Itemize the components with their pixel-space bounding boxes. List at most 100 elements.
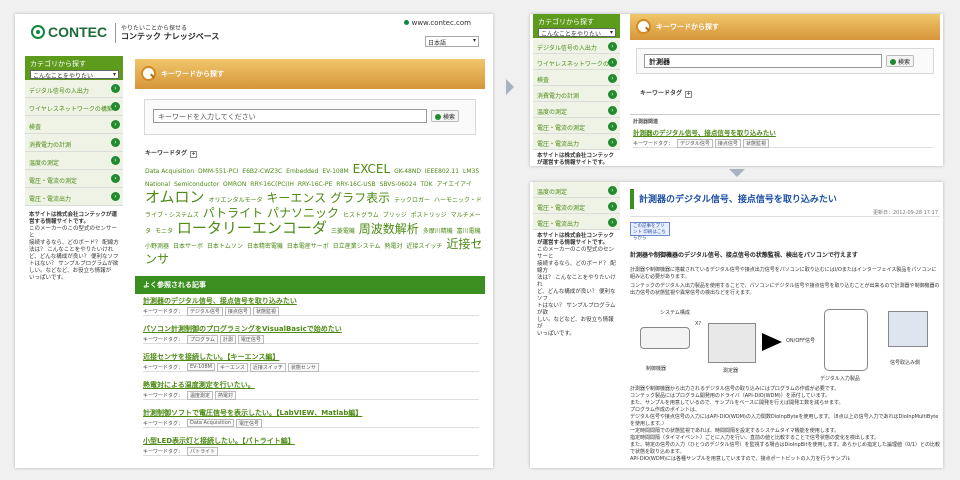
- tag-chip[interactable]: デジタル信号: [187, 306, 223, 316]
- tag-chip[interactable]: 接点信号: [714, 138, 741, 148]
- tag-cloud-item[interactable]: IEEE802.11: [425, 168, 459, 175]
- sidebar-item-digital-io[interactable]: デジタル信号の入出力 ›: [25, 80, 123, 98]
- keyword-search-header: キーワードから探す: [135, 59, 485, 89]
- search-button[interactable]: 検索: [886, 55, 915, 67]
- tag-cloud-item[interactable]: 三菱電機: [331, 228, 355, 235]
- print-button[interactable]: この記事をプリント 印刷はこちらから: [630, 222, 670, 241]
- sidebar-item-voltage-output[interactable]: 電圧・電流出力 ›: [533, 214, 620, 230]
- tag-chip[interactable]: 温度測定: [187, 390, 214, 400]
- tag-chip[interactable]: 電圧信号: [237, 334, 264, 344]
- tag-chip[interactable]: 状態監視: [742, 138, 769, 148]
- tag-toggle-button[interactable]: +: [685, 91, 693, 98]
- screenshot-search-result: カテゴリから探す こんなことをやりたい デジタル信号の入出力 › ワイヤレスネット…: [530, 14, 943, 166]
- tag-chip[interactable]: キーエンス: [216, 362, 248, 372]
- search-input[interactable]: 計測器: [644, 54, 882, 68]
- sidebar-item-voltage-measure[interactable]: 電圧・電流の測定 ›: [533, 198, 620, 214]
- tag-cloud-item[interactable]: オムロン: [145, 188, 205, 206]
- tag-chip[interactable]: 電圧信号: [235, 418, 262, 428]
- tag-cloud-item[interactable]: ポストリッジ: [411, 212, 447, 219]
- sidebar-item-temperature[interactable]: 温度の測定 ›: [533, 102, 620, 118]
- tag-chip[interactable]: 状態センサ: [287, 362, 319, 372]
- tag-cloud-item[interactable]: OMRON: [223, 181, 246, 188]
- tag-cloud-item[interactable]: E6B2-CWZ3C: [242, 168, 282, 175]
- sidebar-item-voltage-measure[interactable]: 電圧・電流の測定 ›: [533, 118, 620, 134]
- contec-logo[interactable]: CONTEC: [31, 24, 107, 40]
- sidebar-item-voltage-output[interactable]: 電圧・電流出力 ›: [533, 134, 620, 150]
- tag-cloud-item[interactable]: オリエンタルモータ: [208, 197, 262, 204]
- tag-cloud-item[interactable]: ヒストグラム: [343, 212, 379, 219]
- tag-chip[interactable]: プログラム: [187, 334, 218, 344]
- tag-cloud-item[interactable]: 周波数解析: [359, 222, 419, 236]
- tag-chip[interactable]: 状態監視: [252, 306, 279, 316]
- tag-toggle-button[interactable]: +: [190, 151, 198, 158]
- tag-cloud-item[interactable]: モニタ: [155, 228, 173, 235]
- tag-cloud-item[interactable]: EV-108M: [322, 168, 348, 175]
- category-select[interactable]: こんなことをやりたい: [538, 28, 616, 38]
- about-line: しい。などなど、お役立ち情報が: [537, 317, 614, 330]
- article-link[interactable]: 近接センサを接続したい。【キーエンス編】: [143, 352, 479, 363]
- tag-cloud-item[interactable]: SBVS-06024: [380, 181, 417, 188]
- tag-cloud-item[interactable]: ブリッジ: [383, 212, 407, 219]
- tag-cloud-item[interactable]: Data Acquisition: [145, 168, 194, 175]
- sidebar-item-voltage-measure[interactable]: 電圧・電流の測定 ›: [25, 170, 123, 188]
- language-select[interactable]: 日本語: [425, 36, 479, 47]
- tag-cloud-item[interactable]: 日立産業システム: [333, 243, 381, 250]
- tag-cloud-item[interactable]: RRY-16C-PE: [298, 181, 332, 188]
- result-article-link[interactable]: 計測器のデジタル信号、接点信号を取り込みたい: [633, 127, 776, 137]
- tag-chip[interactable]: Data Acquisition: [187, 419, 234, 427]
- tag-cloud-item[interactable]: ロータリーエンコーダ: [177, 219, 327, 237]
- tag-chip[interactable]: デジタル信号: [677, 138, 713, 148]
- tag-cloud-item[interactable]: Semiconductor: [174, 181, 219, 188]
- tag-cloud-item[interactable]: GK-48ND: [394, 168, 421, 175]
- tag-cloud-item[interactable]: 日本精密電機: [247, 243, 283, 250]
- sidebar-item-power[interactable]: 消費電力の計測 ›: [533, 86, 620, 102]
- tag-cloud-item[interactable]: 日本トムソン: [207, 243, 243, 250]
- sidebar-item-power[interactable]: 消費電力の計測 ›: [25, 134, 123, 152]
- sidebar-item-temperature[interactable]: 温度の測定 ›: [25, 152, 123, 170]
- sidebar-item-temperature[interactable]: 温度の測定 ›: [533, 182, 620, 198]
- tag-cloud-item[interactable]: グラフ表示: [330, 191, 390, 205]
- sidebar-item-inspection[interactable]: 検査 ›: [533, 70, 620, 86]
- search-button[interactable]: 検索: [431, 110, 460, 122]
- tag-cloud-item[interactable]: アイエイアイ: [437, 181, 472, 188]
- tag-cloud-item[interactable]: 近接スイッチ: [406, 243, 442, 250]
- tag-cloud-item[interactable]: 富川電機: [457, 228, 481, 235]
- article-link[interactable]: 計測制御ソフトで電圧信号を表示したい。【LabVIEW、Matlab編】: [143, 408, 479, 419]
- tag-cloud-item[interactable]: LM35: [463, 168, 479, 175]
- category-select[interactable]: こんなことをやりたい: [30, 70, 119, 80]
- tag-cloud-item[interactable]: 熱電対: [384, 243, 402, 250]
- tag-cloud-item[interactable]: 多摩川精機: [423, 228, 453, 235]
- tag-cloud-item[interactable]: TDK: [420, 181, 432, 188]
- tag-chip[interactable]: 近接スイッチ: [249, 362, 286, 372]
- sidebar-item-inspection[interactable]: 検査 ›: [25, 116, 123, 134]
- article-link[interactable]: 小型LED表示灯と接続したい。【パトライト編】: [143, 436, 479, 447]
- sidebar-item-wireless[interactable]: ワイヤレスネットワークの構築›: [533, 54, 620, 77]
- tag-cloud-item[interactable]: Embedded: [286, 168, 318, 175]
- sidebar-item-voltage-output[interactable]: 電圧・電流出力 ›: [25, 188, 123, 206]
- tag-cloud-item[interactable]: パトライト: [203, 206, 263, 220]
- tag-cloud-item[interactable]: 日本電産サーボ: [287, 243, 329, 250]
- tag-chip[interactable]: 接点信号: [224, 306, 251, 316]
- tag-cloud-item[interactable]: 近接センサ: [145, 237, 482, 266]
- sidebar-item-digital-io[interactable]: デジタル信号の入出力 ›: [533, 38, 620, 54]
- search-input[interactable]: キーワードを入力してください: [153, 109, 427, 123]
- tag-cloud-item[interactable]: 小野測器: [145, 243, 169, 250]
- tag-cloud-item[interactable]: National: [145, 181, 170, 188]
- tag-cloud-item[interactable]: RRY-16C(PCI)H: [250, 181, 294, 188]
- tag-chip[interactable]: 熱電対: [215, 390, 237, 400]
- tag-chip[interactable]: パトライト: [187, 446, 219, 456]
- tag-chip[interactable]: EV-108M: [187, 363, 215, 371]
- tag-cloud-item[interactable]: 日本サーボ: [173, 243, 203, 250]
- tag-cloud-item[interactable]: RRY-16C-USB: [336, 181, 375, 188]
- tag-cloud-item[interactable]: DMM-551-PCI: [198, 168, 238, 175]
- tag-cloud-item[interactable]: テックロガー: [394, 197, 430, 204]
- article-link[interactable]: 熱電対による温度測定を行いたい。: [143, 380, 479, 391]
- tag-chip[interactable]: 計測: [219, 334, 236, 344]
- tag-cloud-item[interactable]: キーエンス: [266, 191, 326, 205]
- tag-cloud-item[interactable]: パナソニック: [267, 206, 339, 220]
- site-url-link[interactable]: www.contec.com: [403, 19, 471, 27]
- article-link[interactable]: 計測器のデジタル信号、接点信号を取り込みたい: [143, 296, 479, 307]
- tag-cloud-item[interactable]: EXCEL: [353, 162, 391, 176]
- article-link[interactable]: パソコン計測制御のプログラミングをVisualBasicで始めたい: [143, 324, 479, 335]
- sidebar-item-wireless[interactable]: ワイヤレスネットワークの構築›: [25, 98, 123, 116]
